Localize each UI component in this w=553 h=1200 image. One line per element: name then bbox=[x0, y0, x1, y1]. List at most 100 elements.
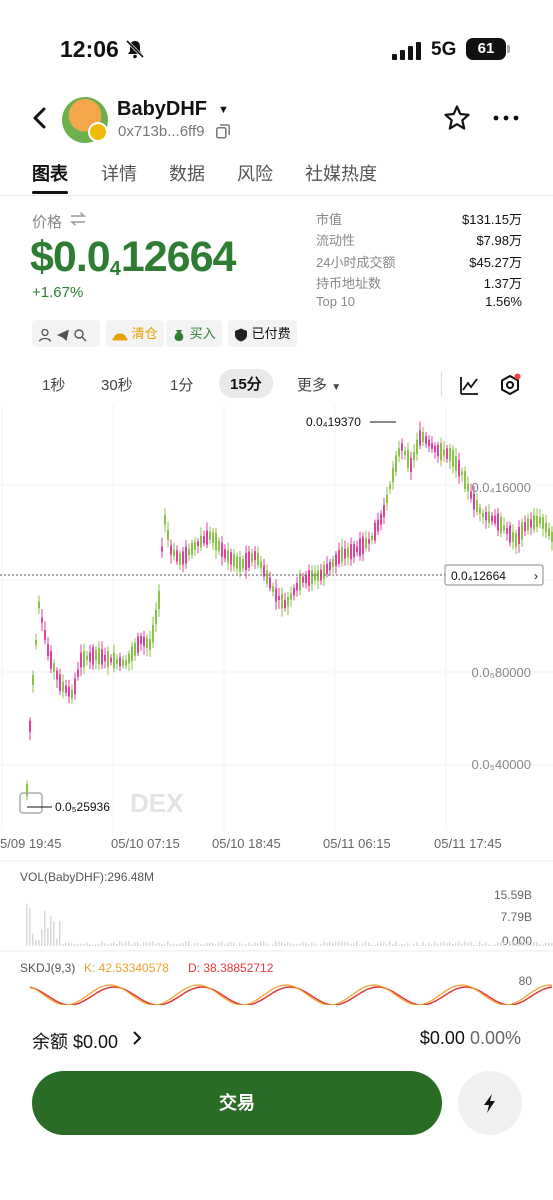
volume-bar bbox=[401, 944, 403, 946]
timeframe-1m[interactable]: 1分 bbox=[170, 374, 193, 395]
candle-body bbox=[158, 591, 160, 609]
volume-bar bbox=[260, 941, 262, 946]
token-name[interactable]: BabyDHF bbox=[117, 98, 207, 121]
volume-bar bbox=[518, 941, 520, 946]
price-chart[interactable]: DEX 5/09 19:45 05/10 07:15 05/10 18:45 0… bbox=[0, 405, 553, 1005]
candle-body bbox=[59, 674, 61, 691]
timeframe-15m[interactable]: 15分 bbox=[219, 369, 273, 398]
money-bag-icon bbox=[174, 329, 184, 341]
volume-bar bbox=[452, 943, 454, 946]
back-arrow-icon[interactable] bbox=[26, 104, 54, 132]
swap-icon[interactable] bbox=[70, 212, 86, 226]
copy-icon[interactable] bbox=[216, 124, 230, 139]
candle-body bbox=[173, 549, 175, 557]
y-tick-label: 0.0₄16000 bbox=[471, 480, 531, 495]
volume-bar bbox=[86, 942, 88, 946]
volume-bar bbox=[428, 942, 430, 946]
clear-position-chip[interactable]: 清仓 bbox=[106, 320, 164, 347]
volume-bar bbox=[308, 944, 310, 946]
volume-bar bbox=[464, 941, 466, 946]
settings-icon[interactable] bbox=[498, 373, 522, 397]
volume-bar bbox=[458, 941, 460, 946]
candle-body bbox=[545, 522, 547, 533]
volume-bar bbox=[512, 942, 514, 946]
candle-body bbox=[431, 443, 433, 449]
volume-bar bbox=[488, 944, 490, 946]
volume-bar bbox=[269, 944, 271, 946]
timeframe-1s[interactable]: 1秒 bbox=[42, 374, 65, 395]
stat-row: 持币地址数 1.37万 bbox=[316, 275, 522, 291]
trade-button[interactable]: 交易 bbox=[32, 1071, 442, 1135]
more-options-icon[interactable] bbox=[492, 110, 520, 126]
social-links-chip[interactable] bbox=[32, 320, 100, 347]
candle-body bbox=[488, 511, 490, 523]
volume-bar bbox=[479, 941, 481, 946]
volume-tick: 7.79B bbox=[501, 910, 532, 924]
candle-body bbox=[458, 460, 460, 477]
token-address: 0x713b...6ff9 bbox=[118, 123, 205, 140]
buy-chip[interactable]: 买入 bbox=[166, 320, 222, 347]
candle-body bbox=[242, 558, 244, 569]
timeframe-more[interactable]: 更多 ▼ bbox=[297, 374, 341, 395]
timeframe-30s[interactable]: 30秒 bbox=[101, 374, 133, 395]
volume-bar bbox=[107, 944, 109, 946]
status-bar: 12:06 5G 61 bbox=[0, 0, 553, 100]
tab-chart[interactable]: 图表 bbox=[32, 160, 68, 186]
volume-bar bbox=[317, 944, 319, 946]
candle-body bbox=[140, 635, 142, 645]
candlestick-chart-svg[interactable]: DEX 5/09 19:45 05/10 07:15 05/10 18:45 0… bbox=[0, 405, 553, 1005]
candle-body bbox=[149, 639, 151, 650]
volume-bar bbox=[200, 944, 202, 946]
tab-social[interactable]: 社媒热度 bbox=[305, 160, 377, 186]
tab-risk[interactable]: 风险 bbox=[237, 160, 273, 186]
volume-bar bbox=[224, 944, 226, 946]
candle-body bbox=[494, 515, 496, 524]
volume-bar bbox=[335, 941, 337, 946]
quick-trade-button[interactable] bbox=[458, 1071, 522, 1135]
chevron-right-icon[interactable] bbox=[132, 1030, 142, 1046]
candle-body bbox=[317, 570, 319, 581]
x-tick-label: 05/10 07:15 bbox=[111, 836, 180, 851]
candle-body bbox=[365, 538, 367, 549]
candle-body bbox=[71, 689, 73, 699]
tab-data[interactable]: 数据 bbox=[169, 160, 205, 186]
volume-bar bbox=[209, 942, 211, 946]
balance-label[interactable]: 余额 $0.00 bbox=[32, 1028, 118, 1054]
token-dropdown-icon[interactable]: ▼ bbox=[218, 104, 229, 116]
tab-details[interactable]: 详情 bbox=[101, 160, 137, 186]
volume-bar bbox=[320, 943, 322, 946]
candle-body bbox=[65, 685, 67, 693]
candle-body bbox=[35, 639, 37, 646]
volume-bar bbox=[413, 943, 415, 946]
volume-bar bbox=[71, 942, 73, 946]
network-type: 5G bbox=[431, 39, 457, 60]
candle-body bbox=[53, 663, 55, 672]
indicator-icon[interactable] bbox=[458, 374, 480, 396]
volume-bar bbox=[356, 941, 358, 946]
candle-body bbox=[503, 525, 505, 531]
candles bbox=[26, 421, 553, 801]
token-stats: 市值 $131.15万 流动性 $7.98万 24小时成交额 $45.27万 持币地址… bbox=[316, 209, 522, 315]
volume-bar bbox=[188, 941, 190, 946]
favorite-star-icon[interactable] bbox=[443, 104, 471, 132]
candle-body bbox=[176, 550, 178, 562]
candle-body bbox=[542, 517, 544, 529]
volume-bar bbox=[371, 944, 373, 946]
volume-bar bbox=[467, 942, 469, 946]
volume-bar bbox=[548, 942, 550, 946]
candle-body bbox=[164, 515, 166, 525]
candle-body bbox=[137, 636, 139, 653]
paid-chip[interactable]: 已付费 bbox=[228, 320, 297, 347]
stat-row: 流动性 $7.98万 bbox=[316, 233, 522, 249]
candle-body bbox=[74, 678, 76, 695]
volume-bar bbox=[443, 941, 445, 946]
candle-body bbox=[224, 549, 226, 559]
candle-body bbox=[329, 562, 331, 570]
candle-body bbox=[299, 573, 301, 591]
volume-bar bbox=[542, 944, 544, 946]
low-price-label: 0.0₅25936 bbox=[55, 800, 110, 814]
candle-body bbox=[362, 536, 364, 554]
candle-body bbox=[188, 548, 190, 556]
volume-bar bbox=[503, 942, 505, 946]
volume-bar bbox=[422, 941, 424, 946]
